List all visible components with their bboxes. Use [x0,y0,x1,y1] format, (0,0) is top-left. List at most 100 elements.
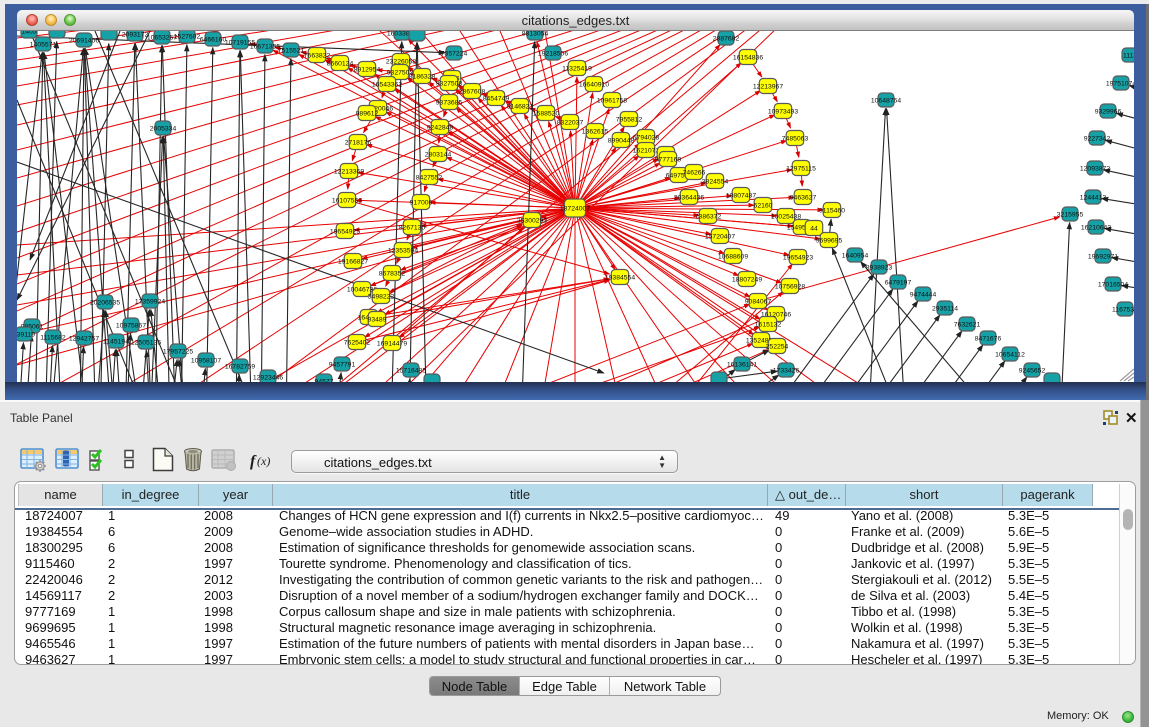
svg-text:7632621: 7632621 [954,322,981,329]
svg-text:9373685: 9373685 [436,100,463,107]
svg-text:12093872: 12093872 [1080,166,1110,173]
svg-text:18807249: 18807249 [732,277,762,284]
svg-text:10973493: 10973493 [768,109,798,116]
svg-text:8813054: 8813054 [522,31,549,38]
svg-text:1615132: 1615132 [755,322,782,329]
svg-text:(x): (x) [257,454,270,468]
svg-text:9242848: 9242848 [427,125,454,132]
svg-text:1362615: 1362615 [582,129,609,136]
svg-text:2005334: 2005334 [150,126,177,133]
svg-text:16640910: 16640910 [579,82,609,89]
svg-text:25300293: 25300293 [517,218,547,225]
svg-text:20364436: 20364436 [674,195,704,202]
svg-text:1115682: 1115682 [40,335,66,342]
svg-text:15720407: 15720407 [705,234,735,241]
svg-text:10654112: 10654112 [995,352,1025,359]
svg-text:12213967: 12213967 [753,84,783,91]
svg-text:3498222: 3498222 [368,294,395,301]
svg-text:2718176: 2718176 [345,140,372,147]
svg-text:19384554: 19384554 [605,275,635,282]
svg-text:10807487: 10807487 [726,193,756,200]
svg-text:10961758: 10961758 [597,98,627,105]
svg-text:1527602: 1527602 [174,34,201,41]
svg-text:9115460: 9115460 [819,208,845,215]
svg-text:252254: 252254 [766,344,789,351]
svg-text:9146821: 9146821 [507,104,534,111]
svg-text:9699695: 9699695 [816,238,843,245]
svg-text:f: f [250,453,257,470]
svg-text:3824554: 3824554 [702,179,729,186]
svg-text:1167531: 1167531 [1112,307,1134,314]
svg-text:10975867: 10975867 [116,323,146,330]
svg-text:12505135: 12505135 [131,340,161,347]
svg-text:7663822: 7663822 [304,53,331,60]
svg-text:1640954: 1640954 [842,253,869,260]
svg-text:19218506: 19218506 [538,51,568,58]
svg-text:10648764: 10648764 [871,98,901,105]
svg-text:3215955: 3215955 [1057,212,1084,219]
svg-text:19166827: 19166827 [338,259,368,266]
svg-text:6466160: 6466160 [200,37,227,44]
svg-text:18724007: 18724007 [560,206,590,213]
svg-text:16543362: 16543362 [372,82,402,89]
svg-text:17016504: 17016504 [1098,282,1128,289]
svg-text:7386372: 7386372 [695,214,722,221]
svg-text:16914479: 16914479 [377,341,407,348]
svg-text:19692971: 19692971 [1088,254,1118,261]
svg-text:1621072: 1621072 [633,148,660,155]
svg-text:44: 44 [810,226,818,233]
svg-text:10756928: 10756928 [775,284,805,291]
svg-text:62160: 62160 [754,203,773,210]
svg-text:7625402: 7625402 [344,340,371,347]
svg-text:15716485: 15716485 [396,368,426,375]
svg-text:2935114: 2935114 [932,306,958,313]
svg-text:8454749: 8454749 [483,96,510,103]
svg-text:8471676: 8471676 [975,336,1002,343]
svg-text:17957225: 17957225 [163,349,193,356]
svg-text:16210643: 16210643 [1081,225,1111,232]
svg-text:9245652: 9245652 [1019,368,1046,375]
svg-text:12353594: 12353594 [388,248,418,255]
svg-text:16154836: 16154836 [733,55,763,62]
svg-text:917006: 917006 [410,200,433,207]
svg-text:7485063: 7485063 [782,136,809,143]
svg-text:2803144: 2803144 [425,152,452,159]
svg-text:7357224: 7357224 [441,51,468,58]
svg-text:17359924: 17359924 [135,299,165,306]
svg-text:93489: 93489 [368,317,387,324]
svg-text:19654925: 19654925 [330,229,360,236]
svg-text:8267130: 8267130 [399,225,426,232]
svg-text:9227342: 9227342 [1084,136,1111,143]
svg-text:7515521: 7515521 [278,48,305,55]
svg-text:20206535: 20206535 [90,300,120,307]
svg-text:839119: 839119 [17,332,35,339]
svg-text:8427552: 8427552 [416,175,443,182]
svg-text:8912954: 8912954 [354,67,381,74]
svg-text:7955812: 7955812 [616,117,643,124]
svg-text:1244413: 1244413 [1080,195,1107,202]
svg-text:19751074: 19751074 [1106,81,1134,88]
svg-text:10688609: 10688609 [718,254,748,261]
svg-text:9329966: 9329966 [1095,109,1122,116]
svg-text:16671355: 16671355 [250,44,280,51]
svg-text:9474444: 9474444 [910,292,937,299]
svg-text:1733426: 1733426 [773,368,800,375]
svg-text:16107553: 16107553 [332,198,362,205]
svg-text:12923446: 12923446 [253,375,283,382]
svg-text:12975115: 12975115 [786,166,816,173]
svg-text:10958107: 10958107 [191,358,221,365]
svg-text:9327508: 9327508 [436,81,463,88]
svg-text:746266: 746266 [683,170,706,177]
svg-text:10653267: 10653267 [147,35,177,42]
svg-text:6794028: 6794028 [633,135,660,142]
svg-text:9084067: 9084067 [745,299,772,306]
svg-text:8990448: 8990448 [608,138,635,145]
svg-text:8660124: 8660124 [327,61,354,68]
svg-text:16136141: 16136141 [727,362,757,369]
svg-text:6479197: 6479197 [885,280,912,287]
svg-text:9457791: 9457791 [329,362,356,369]
svg-text:20691406: 20691406 [69,38,99,45]
svg-text:16782759: 16782759 [225,364,255,371]
svg-text:11325419: 11325419 [562,66,592,73]
svg-text:19654923: 19654923 [783,255,813,262]
